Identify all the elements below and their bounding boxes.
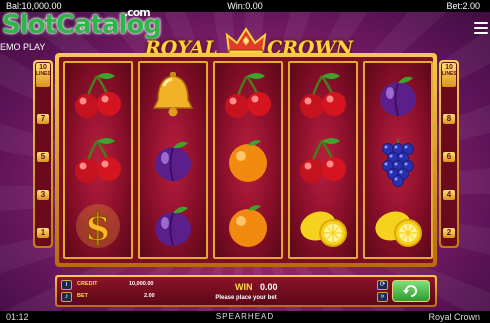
cherry-symbol [65, 64, 131, 128]
watermark-suffix: .com [124, 6, 151, 19]
line-number: 2 [443, 228, 455, 238]
demo-play-label: EMO PLAY [0, 42, 46, 52]
svg-text:$: $ [85, 204, 111, 249]
cherry-symbol [290, 64, 356, 128]
control-panel: i ♪ CREDIT 10,000.00 BET 2.00 WIN 0.00 P… [55, 275, 437, 307]
reel-1: $ [63, 61, 133, 259]
autoplay-button[interactable]: ⟳ [377, 280, 388, 290]
orange-symbol [215, 194, 281, 258]
dollar-symbol: $ [65, 194, 131, 258]
bet-text: Bet:2.00 [446, 1, 480, 11]
game-stage: Bal:10,000.00 Win:0.00 Bet:2.00 SlotCata… [0, 0, 490, 323]
grapes-symbol [365, 129, 431, 193]
bottom-status-bar: 01:12 SPEARHEAD Royal Crown [0, 311, 490, 323]
lines-panel-left: 10 LINES 7 5 3 1 [33, 60, 53, 248]
turbo-button[interactable]: » [377, 292, 388, 302]
plum-symbol [140, 194, 206, 258]
line-number: 8 [443, 114, 455, 124]
reels-area: $ [59, 57, 433, 263]
lines-label: LINES [36, 71, 51, 77]
lines-count: 10 [445, 64, 453, 71]
spin-button[interactable] [392, 280, 430, 302]
win-value: 0.00 [260, 282, 278, 292]
reel-5 [363, 61, 433, 259]
lines-header-left: 10 LINES [36, 63, 51, 87]
lines-panel-right: 10 LINES 8 6 4 2 [439, 60, 459, 248]
lemon-symbol [365, 194, 431, 258]
reel-frame: $ [55, 53, 437, 267]
hamburger-menu-icon[interactable] [474, 22, 488, 34]
line-number: 7 [37, 114, 49, 124]
plum-symbol [365, 64, 431, 128]
reel-3 [213, 61, 283, 259]
win-label: WIN [235, 282, 253, 292]
provider-brand: SPEARHEAD [215, 312, 275, 321]
cherry-symbol [215, 64, 281, 128]
spin-arrow-icon [403, 285, 417, 297]
plum-symbol [140, 129, 206, 193]
lines-count: 10 [39, 64, 47, 71]
credit-label: CREDIT [77, 281, 98, 287]
line-number: 3 [37, 190, 49, 200]
line-number: 6 [443, 152, 455, 162]
bell-symbol [140, 64, 206, 128]
lines-label: LINES [442, 71, 457, 77]
cherry-symbol [65, 129, 131, 193]
cherry-symbol [290, 129, 356, 193]
line-number: 5 [37, 152, 49, 162]
credit-value: 10,000.00 [129, 281, 154, 287]
line-number: 4 [443, 190, 455, 200]
line-number: 1 [37, 228, 49, 238]
info-button[interactable]: i [61, 280, 72, 290]
lemon-symbol [290, 194, 356, 258]
game-name: Royal Crown [428, 312, 480, 322]
reel-4 [288, 61, 358, 259]
lines-header-right: 10 LINES [442, 63, 457, 87]
orange-symbol [215, 129, 281, 193]
reel-2 [138, 61, 208, 259]
